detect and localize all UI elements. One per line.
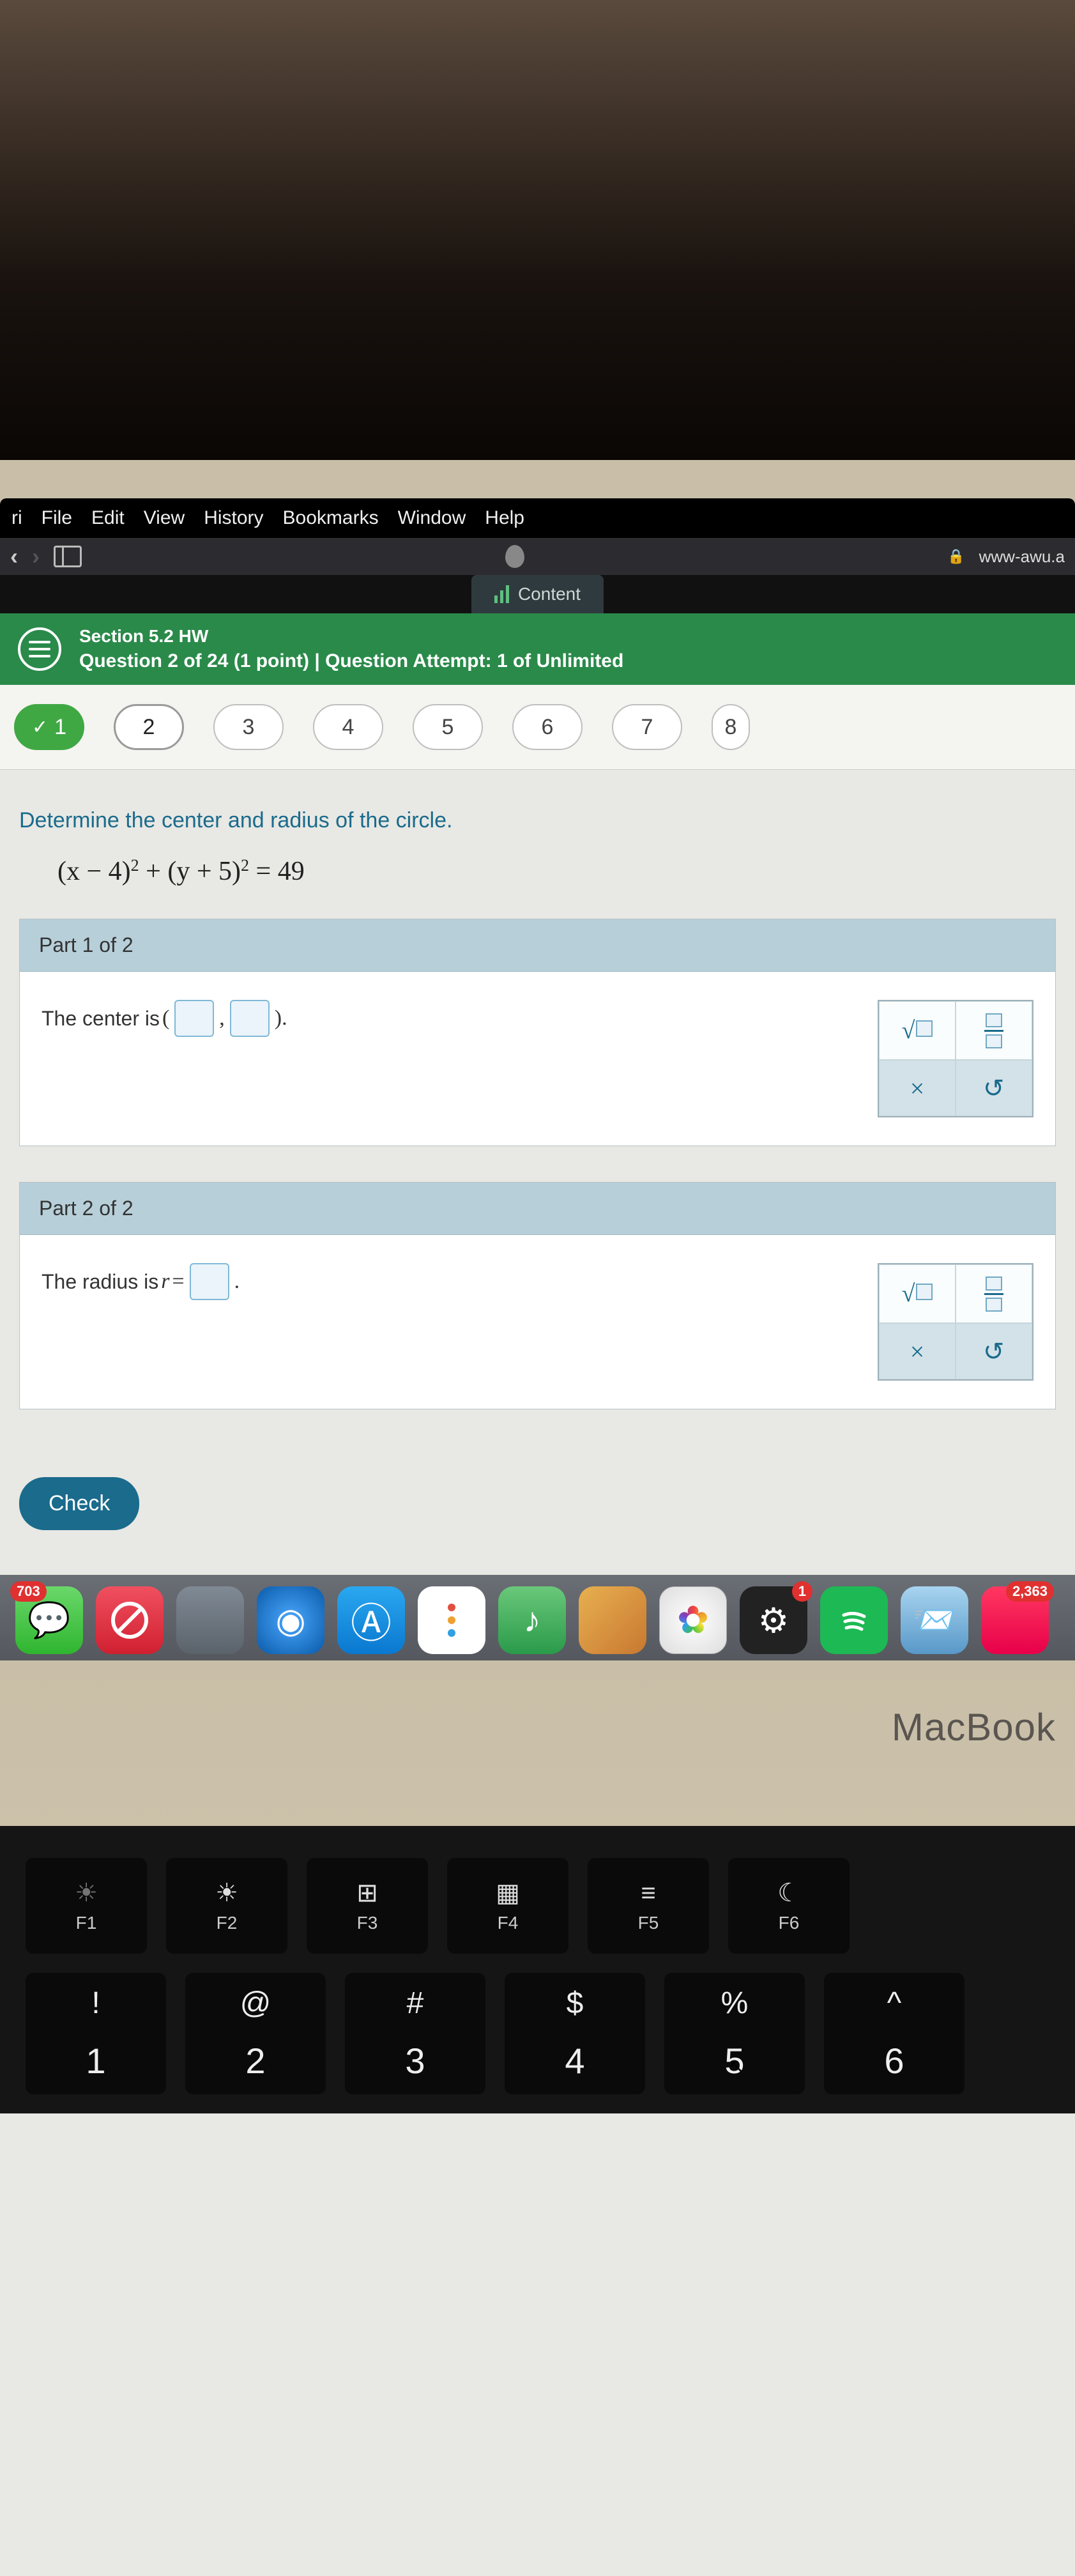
menu-history[interactable]: History: [204, 507, 263, 529]
undo-tool[interactable]: ↻: [956, 1060, 1032, 1116]
menu-bookmarks[interactable]: Bookmarks: [283, 507, 379, 529]
menu-window[interactable]: Window: [398, 507, 466, 529]
fraction-tool-2[interactable]: [956, 1264, 1032, 1323]
question-pill-7[interactable]: 7: [612, 704, 682, 750]
sqrt-tool-2[interactable]: [879, 1264, 956, 1323]
app-name: ri: [11, 507, 22, 529]
key-6: ^6: [824, 1973, 964, 2094]
question-nav: ✓ 1 2 3 4 5 6 7 8: [0, 685, 1075, 770]
math-toolbox-2: × ↻: [878, 1263, 1033, 1381]
dock-app-red[interactable]: [96, 1586, 164, 1654]
key-4: $4: [505, 1973, 645, 2094]
part-2-panel: Part 2 of 2 The radius is r = .: [19, 1182, 1056, 1409]
section-title: Section 5.2 HW: [79, 626, 623, 647]
laptop-brand: MacBook: [0, 1686, 1075, 1826]
settings-badge: 1: [792, 1581, 812, 1602]
question-pill-2[interactable]: 2: [114, 704, 184, 750]
dock-settings[interactable]: 1⚙: [740, 1586, 807, 1654]
privacy-shield-icon[interactable]: [505, 545, 524, 568]
key-f1: ☀F1: [26, 1858, 147, 1954]
browser-toolbar: ‹ › 🔒 www-awu.a: [0, 538, 1075, 575]
question-prompt: Determine the center and radius of the c…: [19, 808, 1056, 833]
dock-appstore[interactable]: Ⓐ: [337, 1586, 405, 1654]
menu-help[interactable]: Help: [485, 507, 524, 529]
keyboard: ☀F1☀F2⊞F3▦F4≡F5☾F6 !1@2#3$4%5^6: [0, 1826, 1075, 2113]
key-f4: ▦F4: [447, 1858, 568, 1954]
sidebar-toggle-icon[interactable]: [54, 546, 82, 567]
menu-edit[interactable]: Edit: [91, 507, 125, 529]
key-f5: ≡F5: [588, 1858, 709, 1954]
menu-view[interactable]: View: [144, 507, 185, 529]
question-pill-4[interactable]: 4: [313, 704, 383, 750]
dock-music[interactable]: 2,363: [981, 1586, 1049, 1654]
question-pill-1[interactable]: ✓ 1: [14, 704, 84, 750]
key-f3: ⊞F3: [307, 1858, 428, 1954]
equation: (x − 4)2 + (y + 5)2 = 49: [57, 856, 1056, 887]
question-pill-8[interactable]: 8: [712, 704, 750, 750]
question-pill-5[interactable]: 5: [413, 704, 483, 750]
sqrt-tool[interactable]: [879, 1001, 956, 1060]
fraction-tool[interactable]: [956, 1001, 1032, 1060]
part-1-header: Part 1 of 2: [20, 919, 1055, 972]
messages-badge: 703: [10, 1581, 47, 1602]
question-status: Question 2 of 24 (1 point) | Question At…: [79, 650, 623, 672]
macos-dock: 703💬 ◉ Ⓐ ♪ ✿ 1⚙ 📨 2,363: [0, 1575, 1075, 1660]
undo-tool-2[interactable]: ↻: [956, 1323, 1032, 1379]
dock-app-green[interactable]: ♪: [498, 1586, 566, 1654]
dock-app-orange[interactable]: [579, 1586, 646, 1654]
dock-photos[interactable]: ✿: [659, 1586, 727, 1654]
menu-file[interactable]: File: [42, 507, 72, 529]
dock-spotify[interactable]: [820, 1586, 888, 1654]
dock-reminders[interactable]: [418, 1586, 485, 1654]
address-bar-text[interactable]: www-awu.a: [979, 547, 1065, 567]
browser-tab-content[interactable]: Content: [471, 575, 604, 613]
math-toolbox-1: × ↻: [878, 1000, 1033, 1117]
center-x-input[interactable]: [174, 1000, 214, 1037]
dock-siri[interactable]: ◉: [257, 1586, 324, 1654]
menu-icon[interactable]: [18, 627, 61, 671]
part-1-panel: Part 1 of 2 The center is ( , ).: [19, 919, 1056, 1146]
part-1-statement: The center is ( , ).: [42, 1000, 287, 1037]
radius-input[interactable]: [190, 1263, 229, 1300]
key-f6: ☾F6: [728, 1858, 850, 1954]
lock-icon: 🔒: [947, 548, 964, 565]
check-icon: ✓: [32, 716, 48, 739]
tab-label: Content: [518, 584, 581, 604]
dock-app-grey[interactable]: [176, 1586, 244, 1654]
key-1: !1: [26, 1973, 166, 2094]
mouse-cursor-icon: ↖: [728, 2054, 745, 2078]
bars-icon: [494, 585, 509, 603]
assignment-header: Section 5.2 HW Question 2 of 24 (1 point…: [0, 613, 1075, 685]
dock-messages[interactable]: 703💬: [15, 1586, 83, 1654]
clear-tool-2[interactable]: ×: [879, 1323, 956, 1379]
check-button[interactable]: Check: [19, 1477, 139, 1530]
music-badge: 2,363: [1006, 1581, 1054, 1602]
part-2-header: Part 2 of 2: [20, 1183, 1055, 1235]
part-2-statement: The radius is r = .: [42, 1263, 240, 1300]
clear-tool[interactable]: ×: [879, 1060, 956, 1116]
question-pill-3[interactable]: 3: [213, 704, 284, 750]
back-button[interactable]: ‹: [10, 543, 18, 570]
macos-menubar: ri File Edit View History Bookmarks Wind…: [0, 498, 1075, 538]
key-3: #3: [345, 1973, 485, 2094]
center-y-input[interactable]: [230, 1000, 270, 1037]
forward-button: ›: [32, 543, 40, 570]
key-2: @2: [185, 1973, 326, 2094]
question-pill-6[interactable]: 6: [512, 704, 583, 750]
dock-mail[interactable]: 📨: [901, 1586, 968, 1654]
key-f2: ☀F2: [166, 1858, 287, 1954]
